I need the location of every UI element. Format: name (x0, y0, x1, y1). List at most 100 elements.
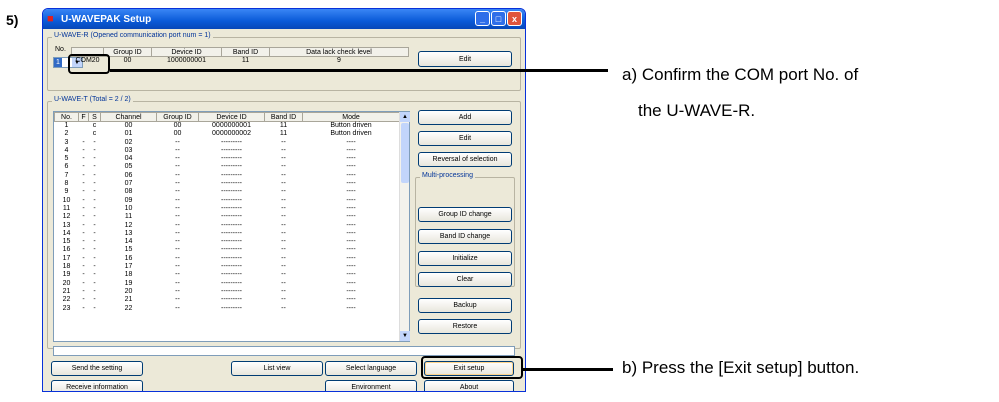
scroll-up-icon[interactable]: ▲ (400, 112, 410, 122)
receiver-edit-button[interactable]: Edit (418, 51, 512, 67)
table-row[interactable]: 17- -16 -- --------- -- ---- (55, 255, 400, 263)
table-cell: -- (175, 188, 180, 196)
maximize-button[interactable]: □ (491, 11, 506, 26)
initialize-button[interactable]: Initialize (418, 251, 512, 266)
table-cell: --------- (221, 163, 242, 171)
table-cell: -- (281, 196, 286, 204)
transmitter-scrollbar[interactable]: ▲ ▼ (399, 112, 410, 341)
receiver-no-value: 1 (54, 58, 62, 67)
table-row[interactable]: 11- -10 -- --------- -- ---- (55, 205, 400, 213)
table-row[interactable]: 10- -09 -- --------- -- ---- (55, 197, 400, 205)
table-row[interactable]: 18- -17 -- --------- -- ---- (55, 263, 400, 271)
receiver-header-device-id: Device ID (151, 47, 222, 57)
select-language-button[interactable]: Select language (325, 361, 417, 376)
table-cell: 04 (124, 155, 133, 163)
table-cell: 13 (62, 221, 71, 229)
table-cell: 05 (124, 163, 133, 171)
table-cell: --------- (221, 229, 242, 237)
table-cell: -- (175, 229, 180, 237)
table-cell: --------- (221, 238, 242, 246)
transmitter-header-mode: Mode (302, 112, 400, 122)
table-row[interactable]: 12- -11 -- --------- -- ---- (55, 213, 400, 221)
table-row[interactable]: 1 c 00 00 0000000001 11 Button driven (55, 122, 400, 131)
table-cell: - (82, 138, 85, 146)
table-cell: ---- (346, 196, 356, 204)
com-port-highlight (68, 54, 110, 74)
table-cell: 01 (124, 130, 133, 138)
table-cell: -- (281, 188, 286, 196)
table-cell: - (82, 155, 85, 163)
table-cell: 11 (124, 213, 133, 221)
table-row[interactable]: 19- -18 -- --------- -- ---- (55, 271, 400, 279)
table-cell: --------- (221, 213, 242, 221)
table-row[interactable]: 23- -22 -- --------- -- ---- (55, 305, 400, 313)
table-cell: --------- (221, 188, 242, 196)
multi-processing-title: Multi-processing (420, 172, 475, 179)
table-cell: -- (281, 304, 286, 312)
table-cell: --------- (221, 279, 242, 287)
send-the-setting-button[interactable]: Send the setting (51, 361, 143, 376)
reversal-of-selection-button[interactable]: Reversal of selection (418, 152, 512, 167)
transmitter-header-s: S (88, 112, 101, 122)
clear-button[interactable]: Clear (418, 272, 512, 287)
table-row[interactable]: 2 c 01 00 0000000002 11 Button driven (55, 130, 400, 138)
environment-button[interactable]: Environment (325, 380, 417, 391)
table-row[interactable]: 15- -14 -- --------- -- ---- (55, 238, 400, 246)
table-row[interactable]: 6- -05 -- --------- -- ---- (55, 163, 400, 171)
table-cell: 2 (64, 130, 69, 138)
table-cell: ---- (346, 213, 356, 221)
table-cell: 14 (62, 229, 71, 237)
table-row[interactable]: 8- -07 -- --------- -- ---- (55, 180, 400, 188)
transmitter-list[interactable]: No. F S Channel Group ID Device ID Band … (53, 111, 410, 342)
table-cell: ---- (346, 180, 356, 188)
group-id-change-button[interactable]: Group ID change (418, 207, 512, 222)
table-cell: 08 (124, 188, 133, 196)
table-cell: --------- (221, 296, 242, 304)
table-cell: -- (281, 213, 286, 221)
receive-information-button[interactable]: Receive information (51, 380, 143, 391)
scroll-thumb[interactable] (401, 123, 409, 183)
table-row[interactable]: 13- -12 -- --------- -- ---- (55, 222, 400, 230)
scroll-down-icon[interactable]: ▼ (400, 331, 410, 341)
table-row[interactable]: 14- -13 -- --------- -- ---- (55, 230, 400, 238)
table-row[interactable]: 20- -19 -- --------- -- ---- (55, 280, 400, 288)
table-row[interactable]: 21- -20 -- --------- -- ---- (55, 288, 400, 296)
band-id-change-button[interactable]: Band ID change (418, 229, 512, 244)
receiver-group-id: 00 (123, 57, 132, 64)
add-button[interactable]: Add (418, 110, 512, 125)
table-cell: 17 (62, 254, 71, 262)
table-cell: 21 (124, 296, 133, 304)
table-cell: - (82, 171, 85, 179)
minimize-button[interactable]: _ (475, 11, 490, 26)
restore-button[interactable]: Restore (418, 319, 512, 334)
table-row[interactable]: 3- -02 -- --------- -- ---- (55, 139, 400, 147)
table-cell: - (82, 287, 85, 295)
table-row[interactable]: 5- -04 -- --------- -- ---- (55, 155, 400, 163)
list-view-button[interactable]: List view (231, 361, 323, 376)
about-button[interactable]: About (424, 380, 514, 391)
table-cell: -- (281, 263, 286, 271)
table-cell: c (92, 130, 97, 138)
table-cell: --------- (221, 196, 242, 204)
table-cell: - (93, 180, 96, 188)
receiver-device-id: 1000000001 (167, 57, 206, 64)
table-cell: c (92, 122, 97, 129)
table-row[interactable]: 9- -08 -- --------- -- ---- (55, 188, 400, 196)
backup-button[interactable]: Backup (418, 298, 512, 313)
table-cell: ---- (346, 254, 356, 262)
table-cell: -- (175, 204, 180, 212)
table-cell: - (93, 287, 96, 295)
transmitter-header-device-id: Device ID (198, 112, 265, 122)
table-cell: 20 (124, 287, 133, 295)
transmitter-edit-button[interactable]: Edit (418, 131, 512, 146)
table-row[interactable]: 4- -03 -- --------- -- ---- (55, 147, 400, 155)
table-row[interactable]: 16- -15 -- --------- -- ---- (55, 246, 400, 254)
table-row[interactable]: 22- -21 -- --------- -- ---- (55, 296, 400, 304)
table-row[interactable]: 7- -06 -- --------- -- ---- (55, 172, 400, 180)
table-cell: ---- (346, 271, 356, 279)
table-cell: -- (281, 171, 286, 179)
table-cell: --------- (221, 180, 242, 188)
close-button[interactable]: x (507, 11, 522, 26)
title-bar[interactable]: ■ U-WAVEPAK Setup _ □ x (43, 9, 525, 29)
table-cell: -- (175, 271, 180, 279)
